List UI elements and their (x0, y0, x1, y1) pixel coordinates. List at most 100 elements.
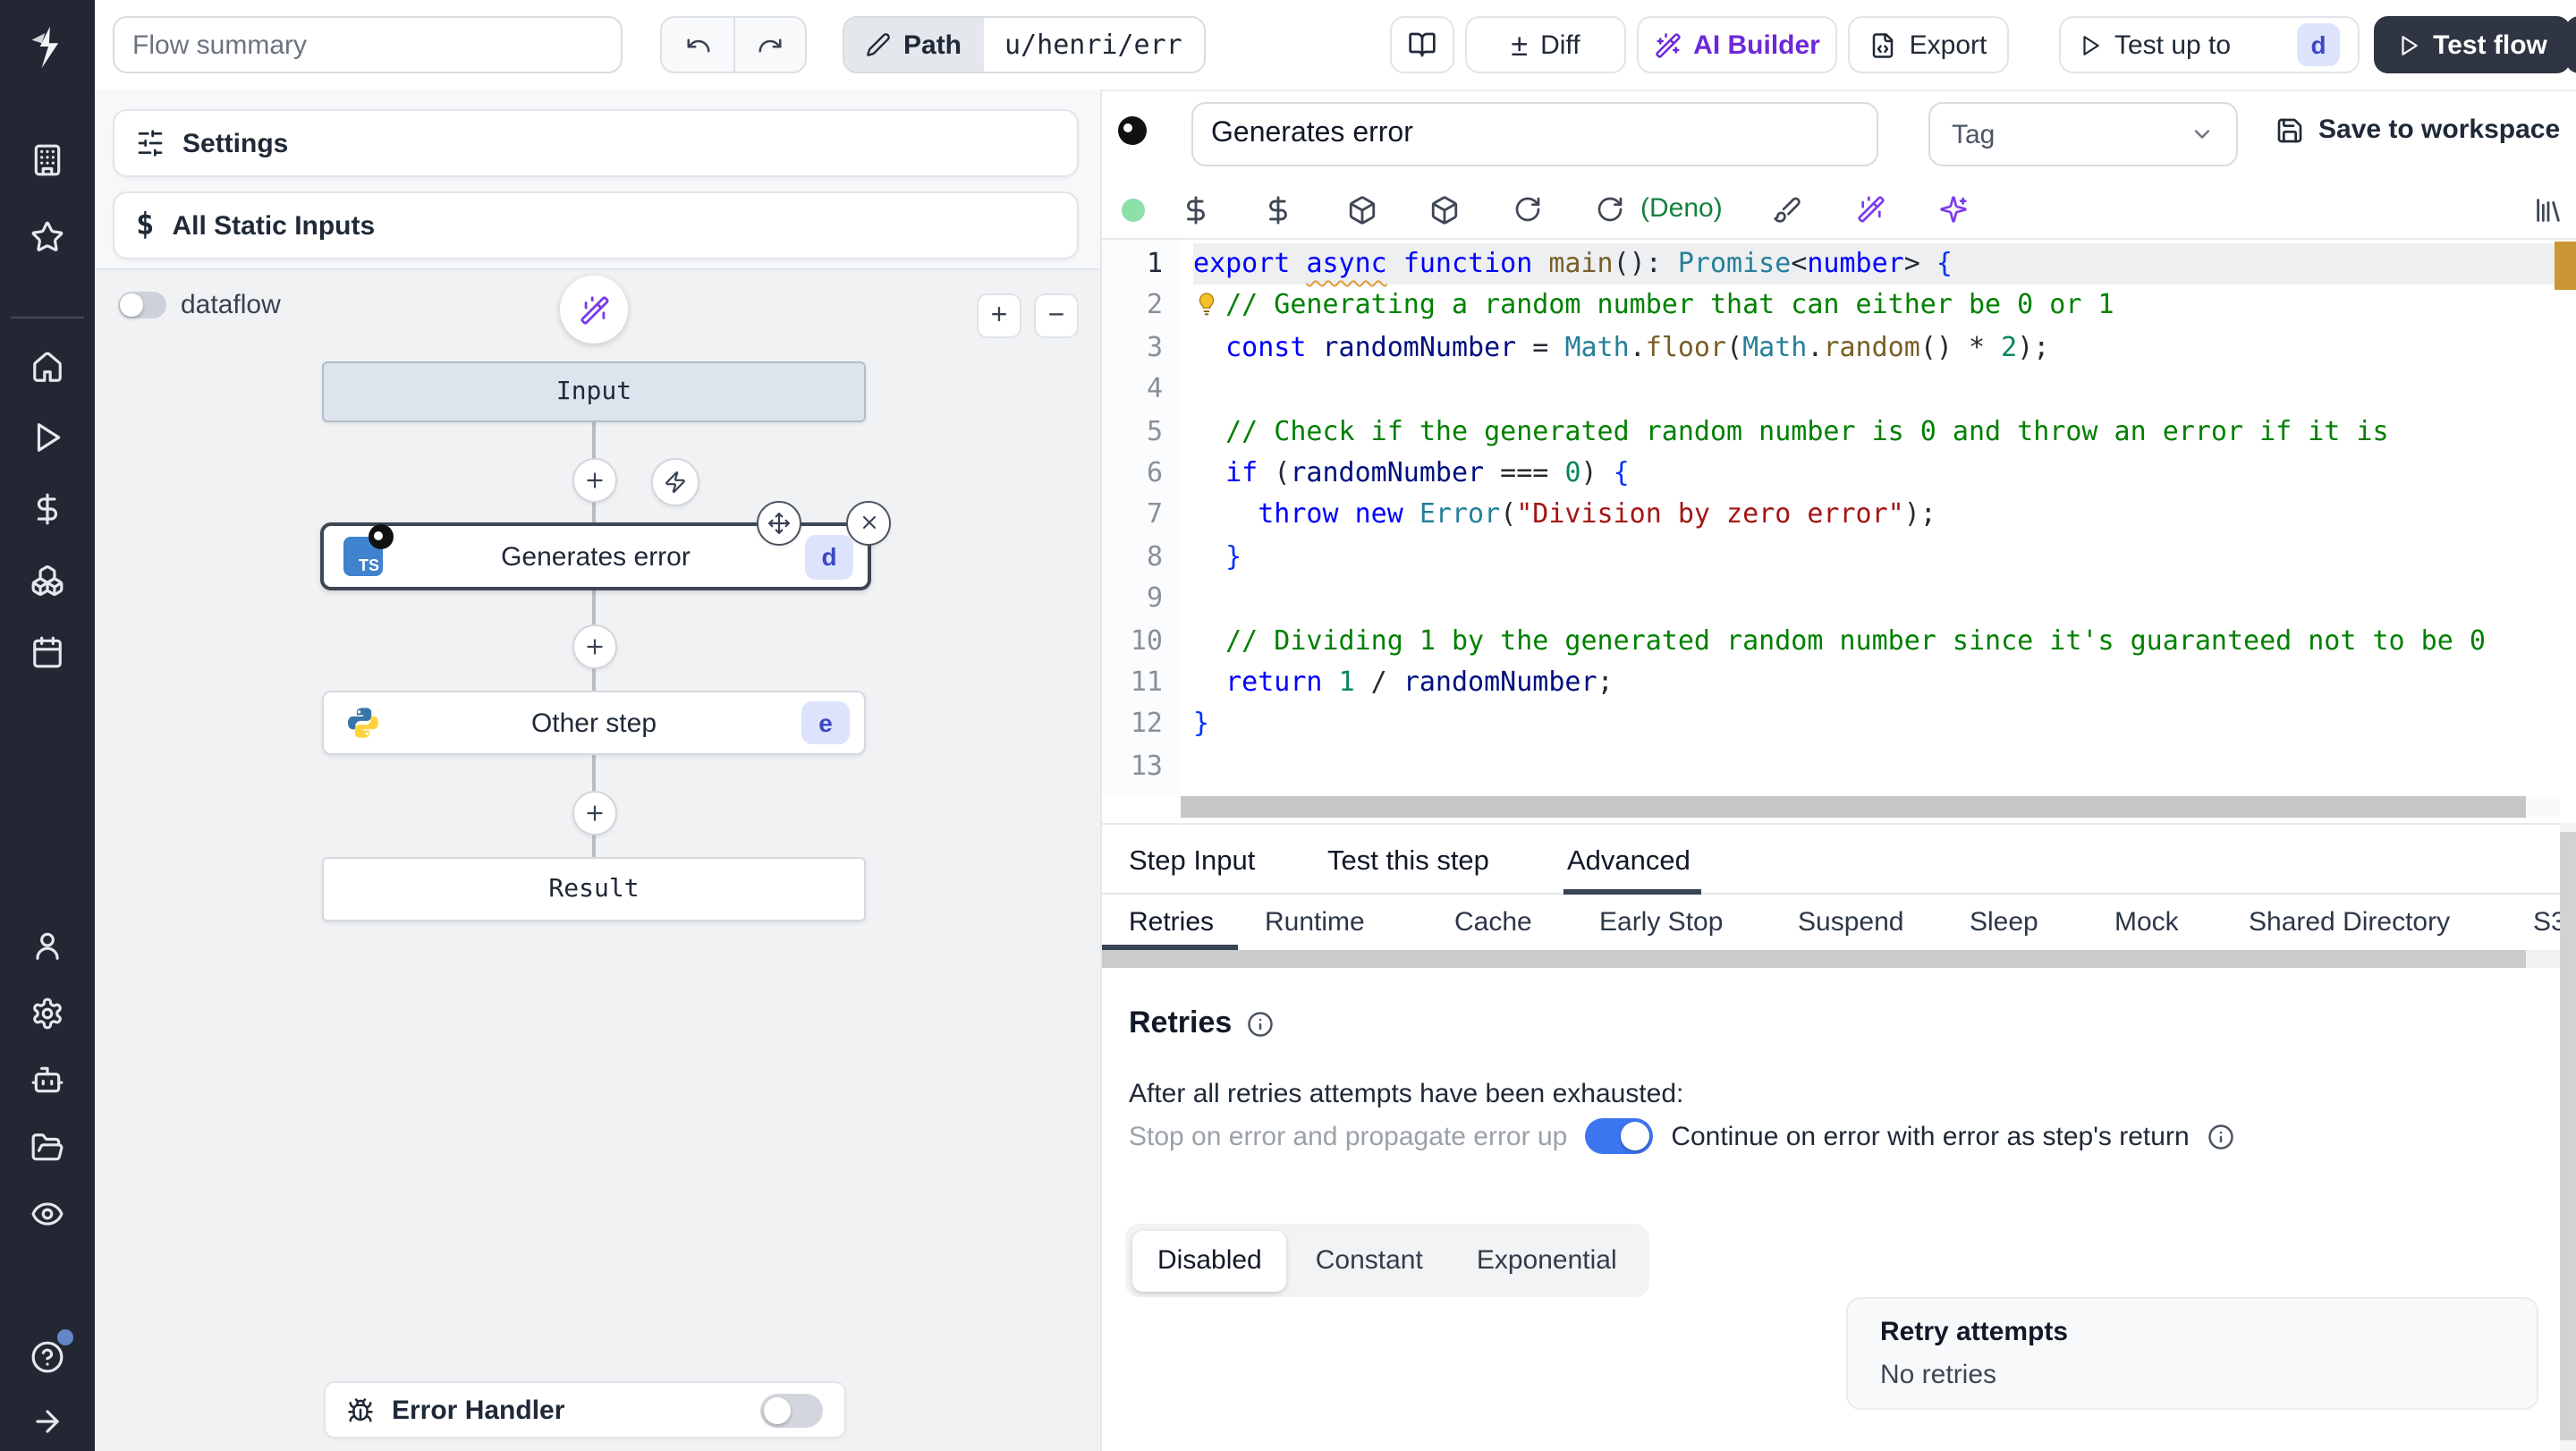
reload-runtime-icon[interactable] (1594, 193, 1626, 225)
code-line[interactable]: 2 // Generating a random number that can… (1102, 285, 2576, 327)
docs-button[interactable] (1390, 16, 1454, 73)
code-line[interactable]: 1 export async function main(): Promise<n… (1102, 243, 2576, 285)
code-line[interactable]: 6 if (randomNumber === 0) { (1102, 453, 2576, 495)
workspace-icon[interactable] (0, 138, 95, 181)
subtab-mock[interactable]: Mock (2114, 907, 2179, 938)
redo-button[interactable] (735, 18, 805, 72)
folders-icon[interactable] (0, 1125, 95, 1168)
subtab-sleep[interactable]: Sleep (1970, 907, 2038, 938)
step-name-input[interactable] (1191, 102, 1878, 166)
error-handler-toggle[interactable] (760, 1393, 823, 1427)
reset-icon[interactable] (1512, 193, 1544, 225)
test-up-to-button[interactable]: Test up to d (2059, 16, 2360, 73)
zoom-out-button[interactable]: − (1034, 293, 1079, 338)
trigger-zap-button[interactable] (651, 458, 699, 506)
panel-vscrollbar-thumb[interactable] (2560, 832, 2576, 1440)
result-node[interactable]: Result (322, 857, 866, 921)
subtab-hscrollbar-thumb[interactable] (1102, 950, 2526, 968)
subtab-s3[interactable]: S3 (2533, 907, 2560, 938)
tag-placeholder: Tag (1952, 119, 1996, 149)
editor-hscrollbar-thumb[interactable] (1181, 796, 2526, 818)
code-editor[interactable]: 1 export async function main(): Promise<n… (1102, 243, 2576, 787)
retry-mode-exponential[interactable]: Exponential (1452, 1230, 1642, 1291)
sidebar (0, 0, 95, 1451)
zoom-in-button[interactable]: + (977, 293, 1021, 338)
move-step-button[interactable] (757, 501, 801, 546)
code-line[interactable]: 10 // Dividing 1 by the generated random… (1102, 620, 2576, 662)
retry-mode-disabled[interactable]: Disabled (1132, 1230, 1287, 1291)
dataflow-toggle[interactable] (118, 292, 166, 318)
favorites-star-icon[interactable] (0, 215, 95, 258)
code-line[interactable]: 5 // Check if the generated random numbe… (1102, 411, 2576, 453)
path-value[interactable]: u/henri/err (983, 18, 1204, 72)
code-line[interactable]: 3 const randomNumber = Math.floor(Math.r… (1102, 327, 2576, 369)
add-step-button[interactable] (572, 457, 616, 502)
ai-flow-wand-button[interactable] (560, 276, 628, 344)
ai-wand-icon[interactable] (1855, 193, 1887, 225)
info-icon[interactable] (1246, 1010, 1273, 1037)
undo-button[interactable] (662, 18, 733, 72)
workers-bot-icon[interactable] (0, 1057, 95, 1100)
other-step-node[interactable]: Other step e (322, 691, 866, 755)
flow-settings-card[interactable]: Settings (113, 109, 1079, 177)
subtab-cache[interactable]: Cache (1454, 907, 1532, 938)
code-line[interactable]: 13 (1102, 745, 2576, 787)
tab-test-this-step[interactable]: Test this step (1327, 846, 1489, 878)
ai-builder-label: AI Builder (1693, 30, 1820, 60)
flow-summary-input[interactable] (113, 16, 623, 73)
settings-gear-icon[interactable] (0, 991, 95, 1034)
package-icon[interactable] (1345, 193, 1377, 225)
sparkles-icon[interactable] (1937, 193, 1970, 225)
code-line[interactable]: 9 (1102, 578, 2576, 620)
add-step-button[interactable] (572, 790, 616, 835)
user-icon[interactable] (0, 923, 95, 966)
lightbulb-icon[interactable] (1195, 292, 1218, 317)
code-line[interactable]: 11 return 1 / randomNumber; (1102, 662, 2576, 704)
home-icon[interactable] (0, 345, 95, 388)
chevron-down-icon (2194, 130, 2210, 139)
continue-on-error-toggle[interactable] (1585, 1118, 1654, 1154)
library-icon[interactable] (2531, 193, 2563, 225)
add-step-button[interactable] (572, 624, 616, 668)
subtab-runtime[interactable]: Runtime (1265, 907, 1365, 938)
subtab-early-stop[interactable]: Early Stop (1599, 907, 1723, 938)
error-handler-card[interactable]: Error Handler (324, 1381, 846, 1438)
package-icon-2[interactable] (1428, 193, 1460, 225)
code-line[interactable]: 8 } (1102, 536, 2576, 578)
subtab-suspend[interactable]: Suspend (1798, 907, 1903, 938)
tag-select[interactable]: Tag (1928, 102, 2238, 166)
test-flow-button[interactable]: Test flow (2374, 16, 2571, 73)
path-button[interactable]: Path (844, 18, 984, 72)
tab-advanced[interactable]: Advanced (1567, 846, 1690, 878)
resource-picker-icon[interactable] (1261, 193, 1293, 225)
subtab-retries[interactable]: Retries (1129, 907, 1214, 938)
input-node[interactable]: Input (322, 361, 866, 422)
audit-eye-icon[interactable] (0, 1192, 95, 1235)
schedules-icon[interactable] (0, 630, 95, 673)
windmill-logo[interactable] (0, 21, 95, 72)
variable-picker-icon[interactable] (1179, 193, 1211, 225)
subtab-shared-directory[interactable]: Shared Directory (2249, 907, 2450, 938)
static-inputs-card[interactable]: $ All Static Inputs (113, 191, 1079, 259)
runs-icon[interactable] (0, 415, 95, 458)
variables-icon[interactable] (0, 487, 95, 530)
info-icon[interactable] (2207, 1123, 2234, 1150)
code-line[interactable]: 12} (1102, 704, 2576, 746)
retry-mode-constant[interactable]: Constant (1291, 1230, 1448, 1291)
stop-on-error-label[interactable]: Stop on error and propagate error up (1129, 1121, 1567, 1151)
code-line[interactable]: 7 throw new Error("Division by zero erro… (1102, 495, 2576, 537)
code-line[interactable]: 4 (1102, 369, 2576, 411)
format-brush-icon[interactable] (1771, 193, 1803, 225)
clipped-button[interactable] (2565, 16, 2576, 73)
ai-builder-button[interactable]: AI Builder (1637, 16, 1837, 73)
help-icon[interactable] (0, 1329, 95, 1378)
retries-exhausted-text: After all retries attempts have been exh… (1129, 1079, 1684, 1109)
resources-icon[interactable] (0, 558, 95, 601)
diff-button[interactable]: ± Diff (1465, 16, 1626, 73)
tab-step-input[interactable]: Step Input (1129, 846, 1255, 878)
save-to-workspace-button[interactable]: Save to workspace (2275, 115, 2560, 145)
export-button[interactable]: Export (1848, 16, 2009, 73)
delete-step-button[interactable] (846, 500, 891, 545)
notification-dot (57, 1329, 73, 1345)
collapse-arrow-icon[interactable] (0, 1399, 95, 1442)
